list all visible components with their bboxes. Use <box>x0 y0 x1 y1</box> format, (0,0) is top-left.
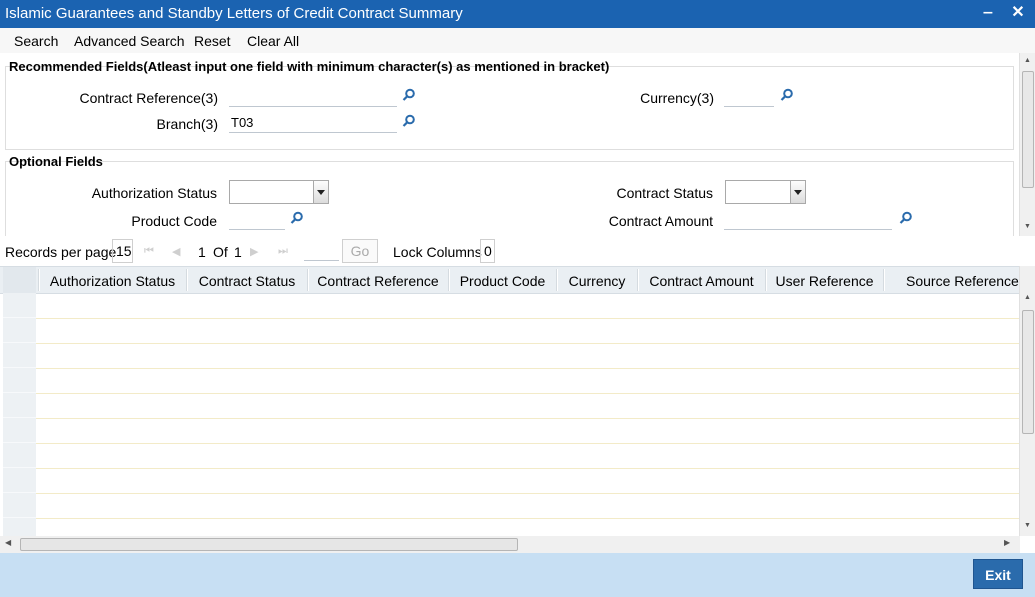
product-code-label: Product Code <box>131 213 217 229</box>
dropdown-arrow-icon[interactable] <box>313 181 328 203</box>
row-number-cell <box>3 493 36 518</box>
table-row[interactable] <box>36 443 1020 469</box>
search-button[interactable]: Search <box>14 33 58 49</box>
table-vertical-scrollbar[interactable]: ▲ ▼ <box>1019 266 1035 536</box>
title-bar: Islamic Guarantees and Standby Letters o… <box>0 0 1035 28</box>
advanced-search-button[interactable]: Advanced Search <box>74 33 185 49</box>
contract-reference-field[interactable] <box>229 87 397 107</box>
optional-fields-title: Optional Fields <box>9 154 103 169</box>
row-number-cell <box>3 343 36 368</box>
form-scrollbar-thumb[interactable] <box>1022 71 1034 188</box>
row-number-cell <box>3 393 36 418</box>
table-horizontal-scrollbar[interactable]: ◀ ▶ <box>0 536 1020 553</box>
table-row[interactable] <box>36 393 1020 419</box>
scroll-right-icon[interactable]: ▶ <box>1004 538 1010 547</box>
contract-reference-label: Contract Reference(3) <box>79 90 218 106</box>
column-header-user-reference[interactable]: User Reference <box>766 273 883 289</box>
table-header: Authorization Status Contract Status Con… <box>0 266 1020 294</box>
search-icon[interactable] <box>402 88 416 102</box>
row-number-cell <box>3 468 36 493</box>
recommended-fields-section <box>5 66 1014 150</box>
row-number-cell <box>3 518 36 536</box>
next-page-icon[interactable]: ▶ <box>250 245 262 258</box>
authorization-status-select[interactable] <box>229 180 329 204</box>
table-row[interactable] <box>36 293 1020 319</box>
column-header-contract-reference[interactable]: Contract Reference <box>308 273 448 289</box>
search-icon[interactable] <box>899 211 913 225</box>
horizontal-scrollbar-thumb[interactable] <box>20 538 518 551</box>
go-button[interactable]: Go <box>342 239 378 263</box>
close-icon[interactable]: ✕ <box>1008 3 1028 23</box>
currency-label: Currency(3) <box>640 90 714 106</box>
last-page-icon[interactable]: ⏭ <box>278 245 290 257</box>
authorization-status-label: Authorization Status <box>91 185 217 201</box>
minimize-icon[interactable]: ‒ <box>978 3 998 23</box>
branch-label: Branch(3) <box>156 116 218 132</box>
clear-all-button[interactable]: Clear All <box>247 33 299 49</box>
column-header-authorization-status[interactable]: Authorization Status <box>39 273 186 289</box>
row-number-cell <box>3 318 36 343</box>
table-row[interactable] <box>36 493 1020 519</box>
product-code-field[interactable] <box>229 210 285 230</box>
lock-columns-field[interactable]: 0 <box>480 239 495 263</box>
table-row[interactable] <box>36 343 1020 369</box>
scroll-left-icon[interactable]: ◀ <box>5 538 11 547</box>
contract-amount-label: Contract Amount <box>608 213 713 229</box>
row-number-cell <box>3 293 36 318</box>
first-page-icon[interactable]: ⏮ <box>144 245 156 257</box>
toolbar: Search Advanced Search Reset Clear All <box>0 28 1035 54</box>
search-icon[interactable] <box>780 88 794 102</box>
records-per-page-label: Records per page <box>5 244 117 260</box>
branch-field[interactable] <box>229 113 397 133</box>
reset-button[interactable]: Reset <box>194 33 231 49</box>
row-number-cell <box>3 418 36 443</box>
form-scrollbar[interactable]: ▲ ▼ <box>1019 53 1035 236</box>
table-scrollbar-thumb[interactable] <box>1022 310 1034 434</box>
table-row[interactable] <box>36 518 1020 536</box>
total-pages: 1 <box>234 244 242 260</box>
table-row[interactable] <box>36 368 1020 394</box>
column-header-product-code[interactable]: Product Code <box>449 273 556 289</box>
column-header-source-reference[interactable]: Source Reference <box>884 273 1020 289</box>
goto-page-field[interactable] <box>304 241 339 261</box>
results-table: Authorization Status Contract Status Con… <box>0 266 1020 536</box>
contract-status-select[interactable] <box>725 180 806 204</box>
row-number-cell <box>3 443 36 468</box>
search-icon[interactable] <box>290 211 304 225</box>
window-title: Islamic Guarantees and Standby Letters o… <box>5 5 463 22</box>
column-header-contract-status[interactable]: Contract Status <box>187 273 307 289</box>
contract-amount-field[interactable] <box>724 210 892 230</box>
footer-bar <box>0 553 1035 597</box>
column-header-contract-amount[interactable]: Contract Amount <box>638 273 765 289</box>
scroll-up-icon[interactable]: ▲ <box>1024 57 1031 64</box>
column-header-currency[interactable]: Currency <box>557 273 637 289</box>
dropdown-arrow-icon[interactable] <box>790 181 805 203</box>
scroll-up-icon[interactable]: ▲ <box>1024 294 1031 301</box>
of-label: Of <box>213 244 228 260</box>
search-icon[interactable] <box>402 114 416 128</box>
table-row[interactable] <box>36 418 1020 444</box>
pagination-bar: Records per page 15 ⏮ ◀ 1 Of 1 ▶ ⏭ Go Lo… <box>0 237 1035 265</box>
lock-columns-label: Lock Columns <box>393 244 482 260</box>
contract-status-label: Contract Status <box>616 185 714 201</box>
scroll-down-icon[interactable]: ▼ <box>1024 522 1031 529</box>
currency-field[interactable] <box>724 87 774 107</box>
prev-page-icon[interactable]: ◀ <box>172 245 184 258</box>
table-row[interactable] <box>36 318 1020 344</box>
search-form: Recommended Fields(Atleast input one fie… <box>0 53 1020 236</box>
row-number-cell <box>3 368 36 393</box>
row-number-header <box>3 267 36 293</box>
exit-button[interactable]: Exit <box>973 559 1023 589</box>
recommended-fields-title: Recommended Fields(Atleast input one fie… <box>9 59 610 74</box>
records-per-page-field[interactable]: 15 <box>112 239 133 263</box>
scroll-down-icon[interactable]: ▼ <box>1024 223 1031 230</box>
current-page: 1 <box>198 244 206 260</box>
table-row[interactable] <box>36 468 1020 494</box>
